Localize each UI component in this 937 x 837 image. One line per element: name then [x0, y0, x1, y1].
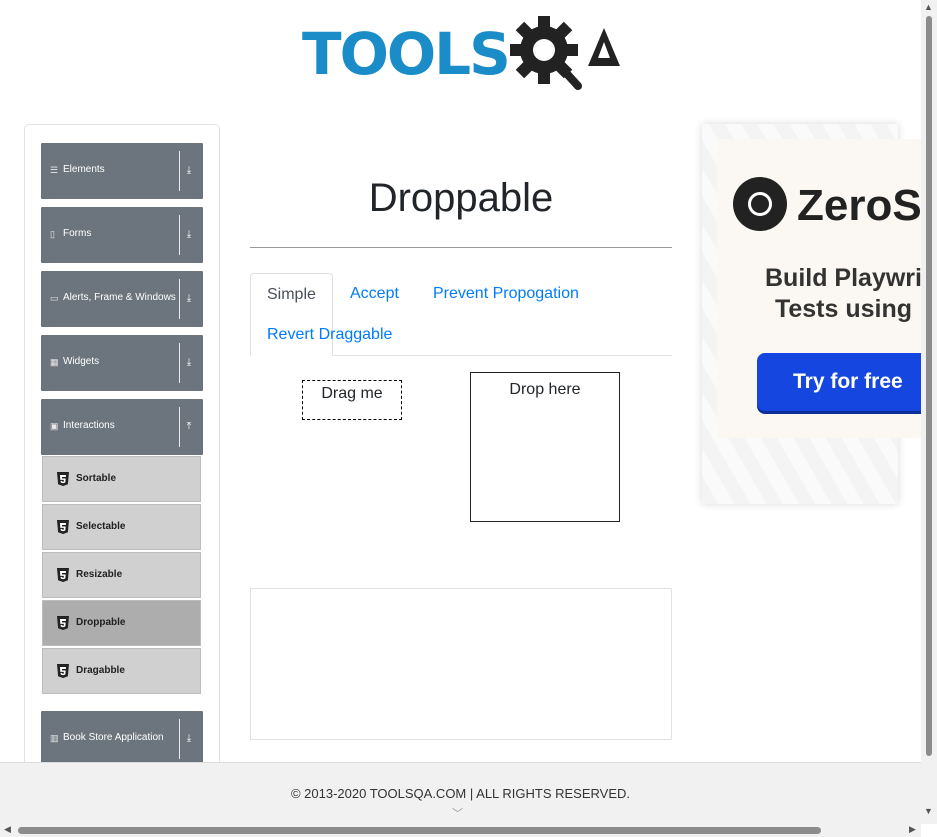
sidebar-group-widgets[interactable]: ▦ Widgets ⤓ [41, 335, 203, 391]
tab-revert-draggable[interactable]: Revert Draggable [251, 314, 408, 356]
horizontal-scroll-thumb[interactable] [18, 827, 821, 834]
tab-label: Accept [350, 285, 399, 302]
bar-chart-icon: ▥ [50, 733, 59, 743]
expand-icon[interactable]: ⤓ [182, 227, 196, 243]
list-icon: ☰ [50, 165, 59, 175]
window-icon: ▭ [50, 293, 59, 303]
ad-brand: ZeroSt [797, 181, 937, 230]
sidebar-item-label: Dragabble [76, 665, 125, 676]
html5-icon [57, 472, 69, 486]
tab-accept[interactable]: Accept [334, 273, 415, 315]
expand-icon[interactable]: ⤓ [182, 355, 196, 371]
html5-icon [57, 520, 69, 534]
html5-icon [57, 616, 69, 630]
page: TOOLS ☰ Elements ⤓ ▯ Forms ⤓ ▭ Alerts, F… [0, 0, 937, 837]
page-title: Droppable [368, 176, 554, 220]
collapse-icon[interactable]: ⤒ [182, 419, 196, 435]
scroll-left-icon[interactable]: ◀ [4, 824, 11, 835]
ad-placeholder [250, 588, 672, 740]
sidebar-group-interactions[interactable]: ▣ Interactions ⤒ [41, 399, 203, 455]
toolsqa-logo[interactable]: TOOLS [302, 14, 627, 92]
ad-headline-line-2: Tests using [774, 295, 913, 323]
expand-icon[interactable]: ⤓ [182, 163, 196, 179]
sidebar-group-forms[interactable]: ▯ Forms ⤓ [41, 207, 203, 263]
sidebar-group-elements[interactable]: ☰ Elements ⤓ [41, 143, 203, 199]
footer: © 2013-2020 TOOLSQA.COM | ALL RIGHTS RES… [0, 762, 921, 824]
tab-label: Prevent Propogation [433, 285, 579, 302]
droppable-box[interactable]: Drop here [470, 372, 620, 522]
scroll-down-icon[interactable]: ▼ [924, 806, 933, 816]
ad-headline-line-1: Build Playwri [765, 264, 922, 292]
footer-copyright: © 2013-2020 TOOLSQA.COM | ALL RIGHTS RES… [290, 786, 631, 801]
sidebar-item-label: Droppable [76, 617, 126, 628]
sidebar-item-dragabble[interactable]: Dragabble [42, 648, 201, 694]
sidebar-item-selectable[interactable]: Selectable [42, 504, 201, 550]
sidebar-group-label: Interactions [63, 420, 115, 431]
ad-cta-button[interactable]: Try for free [757, 353, 937, 411]
sidebar-group-alerts[interactable]: ▭ Alerts, Frame & Windows ⤓ [41, 271, 203, 327]
tab-prevent-propogation[interactable]: Prevent Propogation [417, 273, 595, 315]
title-divider [250, 247, 672, 248]
html5-icon [57, 664, 69, 678]
gear-magnifier-icon [510, 16, 620, 90]
scroll-right-icon[interactable]: ▶ [909, 824, 916, 835]
ad-headline: Build Playwri Tests using [765, 263, 922, 325]
scrollbar-corner [921, 824, 937, 837]
divider [179, 343, 180, 383]
tab-label: Revert Draggable [267, 326, 393, 343]
expand-icon[interactable]: ⤓ [182, 731, 196, 747]
divider [179, 151, 180, 191]
tab-label: Simple [267, 286, 316, 303]
expand-icon[interactable]: ⤓ [182, 291, 196, 307]
divider [179, 719, 180, 759]
sidebar-group-label: Widgets [63, 356, 100, 367]
interaction-icon: ▣ [50, 421, 59, 431]
form-icon: ▯ [50, 229, 55, 239]
sidebar-item-resizable[interactable]: Resizable [42, 552, 201, 598]
draggable-box[interactable]: Drag me [302, 380, 402, 420]
sidebar-item-label: Resizable [76, 569, 123, 580]
ad-banner[interactable]: ZeroSt Build Playwri Tests using Try for… [717, 139, 937, 438]
zerostep-logo-icon [733, 177, 787, 231]
sidebar-group-label: Alerts, Frame & Windows [63, 292, 176, 303]
sidebar-group-label: Book Store Application [63, 732, 164, 743]
horizontal-scrollbar[interactable]: ◀ ▶ [0, 824, 921, 837]
chevron-down-icon[interactable]: ﹀ [452, 805, 463, 821]
divider [179, 279, 180, 319]
sidebar-group-label: Forms [63, 228, 92, 239]
sidebar-group-book-store[interactable]: ▥ Book Store Application ⤓ [41, 711, 203, 767]
sidebar: ☰ Elements ⤓ ▯ Forms ⤓ ▭ Alerts, Frame &… [24, 124, 220, 784]
logo-text: TOOLS [302, 20, 511, 88]
divider [179, 215, 180, 255]
divider [179, 407, 180, 447]
vertical-scroll-thumb[interactable] [926, 16, 932, 756]
sidebar-item-droppable[interactable]: Droppable [42, 600, 201, 646]
sidebar-item-sortable[interactable]: Sortable [42, 456, 201, 502]
vertical-scrollbar[interactable]: ▲ ▼ [921, 0, 937, 824]
sidebar-group-label: Elements [63, 164, 105, 175]
grid-icon: ▦ [50, 357, 59, 367]
html5-icon [57, 568, 69, 582]
sidebar-item-label: Sortable [76, 473, 117, 484]
scroll-up-icon[interactable]: ▲ [924, 2, 933, 12]
sidebar-item-label: Selectable [76, 521, 126, 532]
